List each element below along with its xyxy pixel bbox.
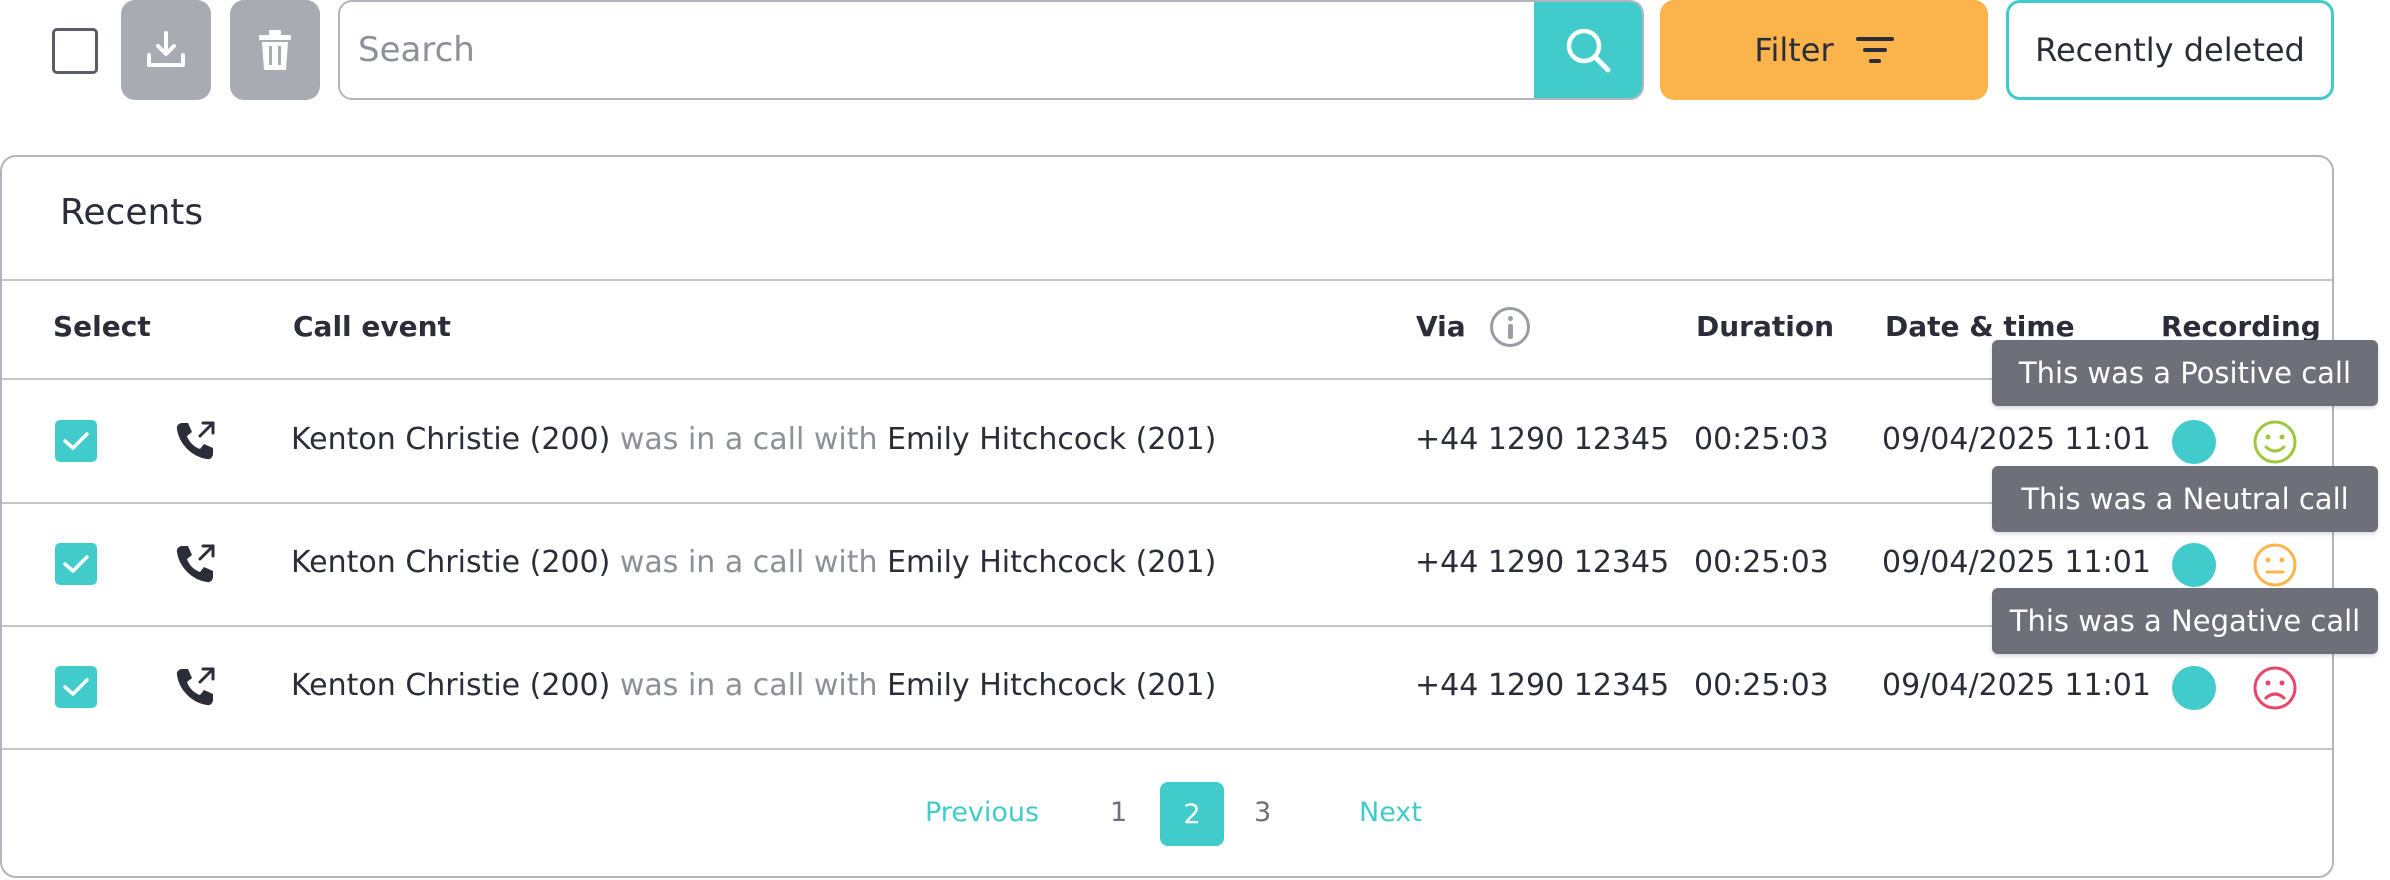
table-row[interactable]: Kenton Christie (200) was in a call with… <box>2 380 2332 502</box>
row-checkbox[interactable] <box>55 543 97 585</box>
page-3-link[interactable]: 3 <box>1254 797 1271 828</box>
negative-sentiment-icon[interactable] <box>2252 665 2298 711</box>
caller-name: Kenton Christie (200) <box>291 668 611 703</box>
header-via: Via <box>1416 310 1466 343</box>
pagination: Previous 1 2 3 Next <box>0 780 2334 846</box>
callee-name: Emily Hitchcock (201) <box>887 422 1217 457</box>
call-connector: was in a call with <box>619 545 878 580</box>
via-number: +44 1290 12345 <box>1415 545 1670 580</box>
call-connector: was in a call with <box>619 422 878 457</box>
row-checkbox[interactable] <box>55 666 97 708</box>
duration: 00:25:03 <box>1694 422 1829 457</box>
via-number: +44 1290 12345 <box>1415 422 1670 457</box>
table-row[interactable]: Kenton Christie (200) was in a call with… <box>2 503 2332 625</box>
neutral-sentiment-icon[interactable] <box>2252 542 2298 588</box>
sentiment-tooltip: This was a Neutral call <box>1992 466 2378 532</box>
positive-sentiment-icon[interactable] <box>2252 419 2298 465</box>
page-2-current[interactable]: 2 <box>1160 782 1224 846</box>
checkmark-icon <box>63 432 89 450</box>
recently-deleted-button[interactable]: Recently deleted <box>2006 0 2334 100</box>
date-time: 09/04/2025 11:01 <box>1882 668 2151 703</box>
search-box <box>338 0 1644 100</box>
callee-name: Emily Hitchcock (201) <box>887 545 1217 580</box>
search-input[interactable] <box>340 2 1536 98</box>
recently-deleted-label: Recently deleted <box>2035 31 2305 69</box>
card-title: Recents <box>60 192 204 233</box>
date-time: 09/04/2025 11:01 <box>1882 422 2151 457</box>
filter-label: Filter <box>1754 31 1834 69</box>
call-event: Kenton Christie (200) was in a call with… <box>291 668 1216 703</box>
caller-name: Kenton Christie (200) <box>291 545 611 580</box>
table-row[interactable]: Kenton Christie (200) was in a call with… <box>2 626 2332 748</box>
recording-indicator[interactable] <box>2172 666 2216 710</box>
call-event: Kenton Christie (200) was in a call with… <box>291 545 1216 580</box>
next-page-link[interactable]: Next <box>1359 797 1422 828</box>
info-icon[interactable] <box>1490 307 1530 347</box>
via-number: +44 1290 12345 <box>1415 668 1670 703</box>
recording-indicator[interactable] <box>2172 420 2216 464</box>
duration: 00:25:03 <box>1694 668 1829 703</box>
checkmark-icon <box>63 678 89 696</box>
recents-card: Recents Select Call event Via Duration D… <box>0 155 2334 878</box>
outgoing-call-icon <box>176 421 215 460</box>
outgoing-call-icon <box>176 544 215 583</box>
recording-indicator[interactable] <box>2172 543 2216 587</box>
sentiment-tooltip: This was a Negative call <box>1992 588 2378 654</box>
delete-button[interactable] <box>230 0 320 100</box>
header-call-event: Call event <box>293 310 451 343</box>
page-1-link[interactable]: 1 <box>1110 797 1127 828</box>
header-recording: Recording <box>2161 310 2321 343</box>
download-icon <box>147 31 185 67</box>
trash-icon <box>259 30 291 70</box>
row-checkbox[interactable] <box>55 420 97 462</box>
filter-icon <box>1855 37 1894 63</box>
search-button[interactable] <box>1534 2 1642 98</box>
search-icon <box>1566 28 1611 73</box>
call-connector: was in a call with <box>619 668 878 703</box>
sentiment-tooltip: This was a Positive call <box>1992 340 2378 406</box>
header-duration: Duration <box>1696 310 1835 343</box>
caller-name: Kenton Christie (200) <box>291 422 611 457</box>
callee-name: Emily Hitchcock (201) <box>887 668 1217 703</box>
toolbar: Filter Recently deleted <box>0 0 2390 100</box>
duration: 00:25:03 <box>1694 545 1829 580</box>
divider <box>2 279 2332 281</box>
select-all-checkbox[interactable] <box>52 28 98 74</box>
divider <box>2 748 2332 750</box>
call-event: Kenton Christie (200) was in a call with… <box>291 422 1216 457</box>
header-date-time: Date & time <box>1885 310 2075 343</box>
filter-button[interactable]: Filter <box>1660 0 1988 100</box>
checkmark-icon <box>63 555 89 573</box>
previous-page-link[interactable]: Previous <box>925 797 1039 828</box>
header-select: Select <box>53 310 151 343</box>
download-button[interactable] <box>121 0 211 100</box>
outgoing-call-icon <box>176 667 215 706</box>
date-time: 09/04/2025 11:01 <box>1882 545 2151 580</box>
